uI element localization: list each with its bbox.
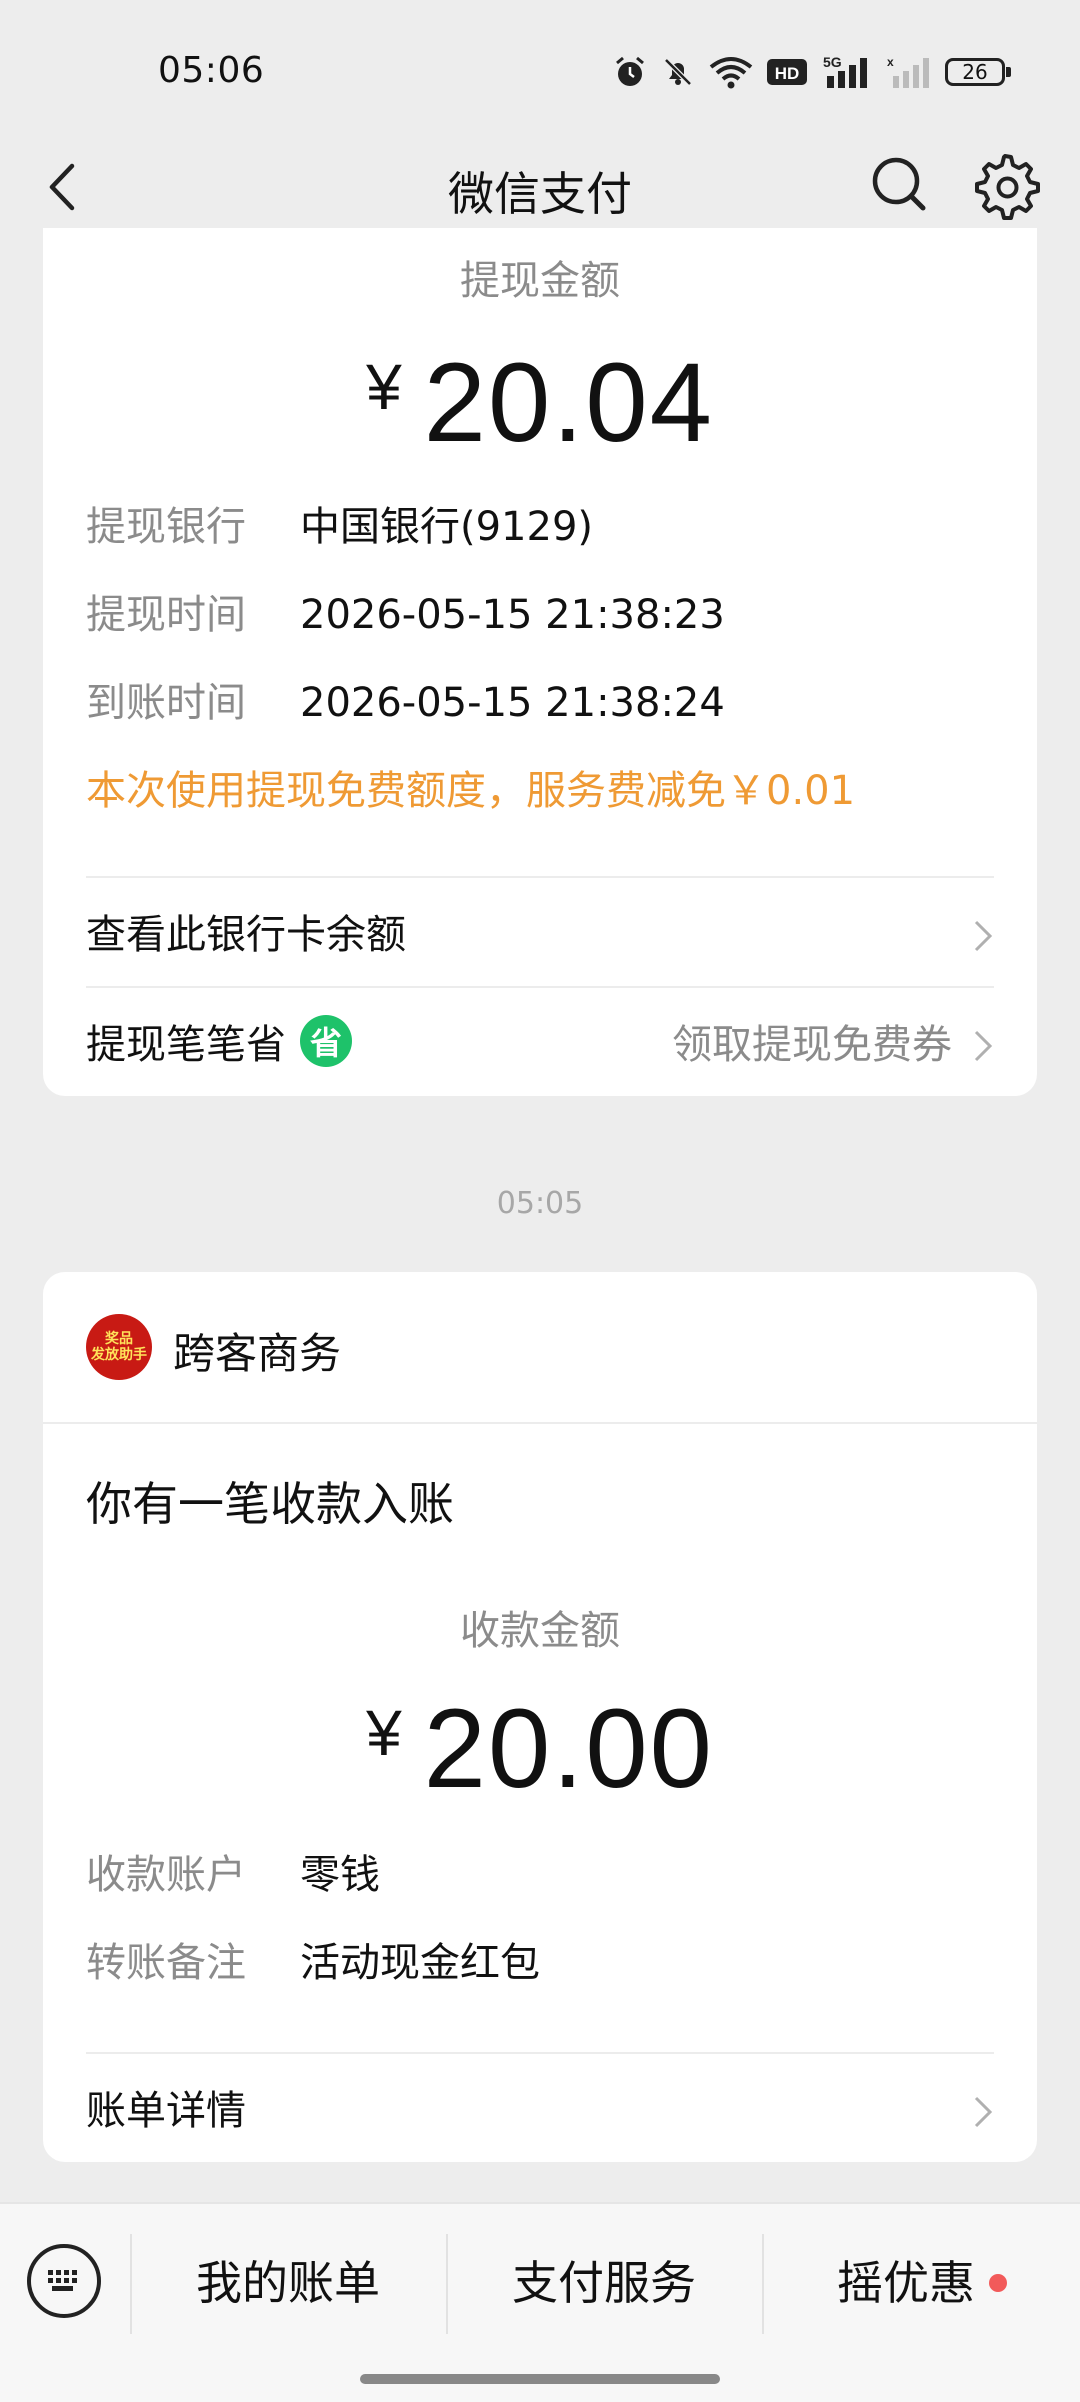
wifi-icon <box>709 57 753 89</box>
status-time: 05:06 <box>158 50 265 91</box>
logo-text: 奖品 <box>105 1331 133 1347</box>
hd-icon: HD <box>767 59 807 85</box>
svg-text:x: x <box>887 55 894 69</box>
row-value: 零钱 <box>300 1852 380 1898</box>
row-value: 中国银行(9129) <box>300 504 594 550</box>
battery-icon: 26 <box>945 58 1011 86</box>
logo-text: 发放助手 <box>91 1347 147 1363</box>
signal-sim2-icon: x <box>887 55 929 88</box>
row-value: 活动现金红包 <box>300 1940 540 1986</box>
receipt-amount-label: 收款金额 <box>460 1608 620 1654</box>
bottom-menu-bar: 我的账单 支付服务 摇优惠 <box>0 2202 1080 2402</box>
svg-text:5G: 5G <box>823 54 842 70</box>
row-key: 收款账户 <box>86 1852 246 1898</box>
search-icon[interactable] <box>865 150 935 220</box>
withdraw-amount-value: 20.04 <box>423 340 714 465</box>
chevron-right-icon <box>974 2096 993 2128</box>
row-key: 到账时间 <box>86 680 246 726</box>
withdraw-time-row: 提现时间 2026-05-15 21:38:23 <box>86 582 725 640</box>
chevron-right-icon <box>974 920 993 952</box>
bill-details-label: 账单详情 <box>86 2088 246 2134</box>
receipt-account-row: 收款账户 零钱 <box>86 1842 380 1900</box>
tab-shake-offers-label: 摇优惠 <box>837 2256 975 2310</box>
bill-details-link[interactable]: 账单详情 <box>86 2062 994 2152</box>
divider <box>86 2052 994 2054</box>
divider <box>86 876 994 878</box>
row-key: 提现时间 <box>86 592 246 638</box>
gear-icon[interactable] <box>970 150 1040 220</box>
divider <box>86 986 994 988</box>
fee-notice: 本次使用提现免费额度，服务费减免￥0.01 <box>86 768 856 814</box>
withdraw-bank-row: 提现银行 中国银行(9129) <box>86 494 593 552</box>
row-key: 转账备注 <box>86 1940 246 1986</box>
receipt-amount: ¥20.00 <box>43 1684 1037 1813</box>
save-badge-icon: 省 <box>300 1015 352 1067</box>
alarm-icon <box>616 56 644 86</box>
tab-pay-service[interactable]: 支付服务 <box>448 2248 760 2318</box>
save-fee-link[interactable]: 提现笔笔省 省 领取提现免费券 <box>86 996 994 1086</box>
keyboard-icon <box>48 2270 77 2291</box>
receipt-notice: 你有一笔收款入账 <box>86 1477 454 1531</box>
save-fee-label: 提现笔笔省 <box>86 1022 286 1068</box>
view-balance-link[interactable]: 查看此银行卡余额 <box>86 886 994 976</box>
row-value: 2026-05-15 21:38:23 <box>300 592 725 638</box>
currency-symbol: ¥ <box>366 351 402 423</box>
divider <box>43 1422 1037 1424</box>
coupon-link-label[interactable]: 领取提现免费券 <box>672 1012 952 1070</box>
arrival-time-row: 到账时间 2026-05-15 21:38:24 <box>86 670 725 728</box>
transfer-note-row: 转账备注 活动现金红包 <box>86 1930 540 1988</box>
row-value: 2026-05-15 21:38:24 <box>300 680 725 726</box>
signal-5g-icon: 5G <box>823 54 867 88</box>
currency-symbol: ¥ <box>366 1697 402 1769</box>
withdraw-amount: ¥20.04 <box>43 338 1037 467</box>
withdraw-amount-label: 提现金额 <box>460 258 620 304</box>
message-timestamp: 05:05 <box>496 1186 584 1221</box>
row-key: 提现银行 <box>86 504 246 550</box>
view-balance-label: 查看此银行卡余额 <box>86 912 406 958</box>
tab-shake-offers[interactable]: 摇优惠 <box>764 2248 1080 2318</box>
merchant-name[interactable]: 跨客商务 <box>173 1320 341 1381</box>
notification-dot <box>989 2273 1007 2292</box>
withdraw-card: 提现金额 ¥20.04 提现银行 中国银行(9129) 提现时间 2026-05-1… <box>43 228 1037 1096</box>
mute-bell-icon <box>664 58 692 86</box>
merchant-logo: 奖品 发放助手 <box>86 1314 152 1380</box>
status-bar: 05:06 HD 5G x 26 <box>0 0 1080 130</box>
tab-my-bill[interactable]: 我的账单 <box>132 2248 444 2318</box>
keyboard-toggle-icon[interactable] <box>27 2244 101 2318</box>
receipt-card: 奖品 发放助手 跨客商务 你有一笔收款入账 收款金额 ¥20.00 收款账户 零钱… <box>43 1272 1037 2162</box>
svg-text:HD: HD <box>775 64 800 83</box>
home-indicator[interactable] <box>360 2374 720 2384</box>
status-icons: HD 5G x 26 <box>613 50 1011 94</box>
chevron-right-icon <box>974 1030 993 1062</box>
receipt-amount-value: 20.00 <box>423 1686 714 1811</box>
